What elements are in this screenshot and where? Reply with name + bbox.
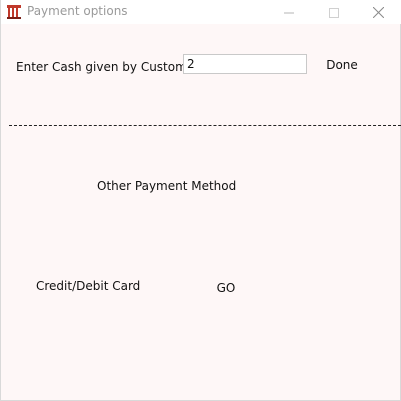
cash-given-input[interactable] — [183, 54, 307, 74]
maximize-icon — [329, 3, 339, 22]
done-button[interactable]: Done — [318, 56, 366, 74]
cash-given-label: Enter Cash given by Customer : — [16, 60, 207, 74]
section-divider — [9, 125, 401, 126]
payment-options-window: Payment options Enter Cash given by Cust… — [0, 0, 401, 401]
go-button[interactable]: GO — [207, 279, 245, 297]
payment-app-icon — [6, 4, 22, 20]
close-button[interactable] — [358, 0, 398, 24]
minimize-button[interactable] — [269, 0, 309, 24]
minimize-icon — [284, 3, 294, 22]
window-title: Payment options — [27, 4, 128, 18]
other-payment-method-label: Other Payment Method — [97, 179, 237, 193]
close-icon — [372, 3, 384, 22]
credit-debit-card-label: Credit/Debit Card — [36, 279, 141, 293]
title-bar[interactable]: Payment options — [1, 0, 401, 24]
maximize-button[interactable] — [314, 0, 354, 24]
